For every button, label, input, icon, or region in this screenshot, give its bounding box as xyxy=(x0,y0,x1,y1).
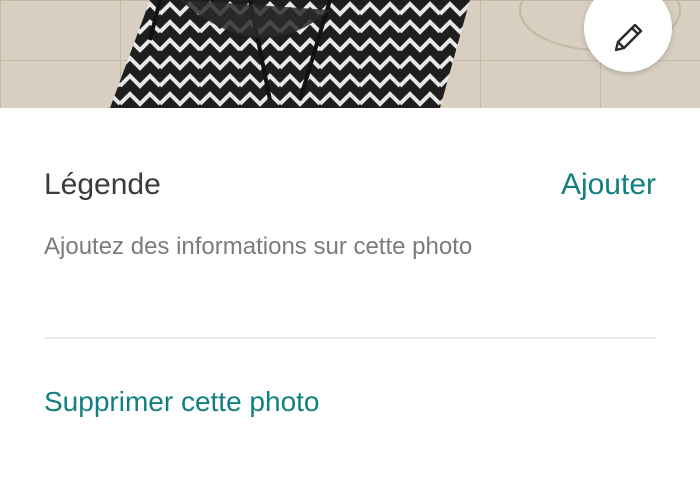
caption-label: Légende xyxy=(44,168,161,201)
delete-photo-button[interactable]: Supprimer cette photo xyxy=(44,386,320,418)
pencil-icon xyxy=(614,23,643,52)
divider xyxy=(44,337,656,339)
add-caption-button[interactable]: Ajouter xyxy=(561,168,656,202)
caption-hint: Ajoutez des informations sur cette photo xyxy=(44,233,473,260)
